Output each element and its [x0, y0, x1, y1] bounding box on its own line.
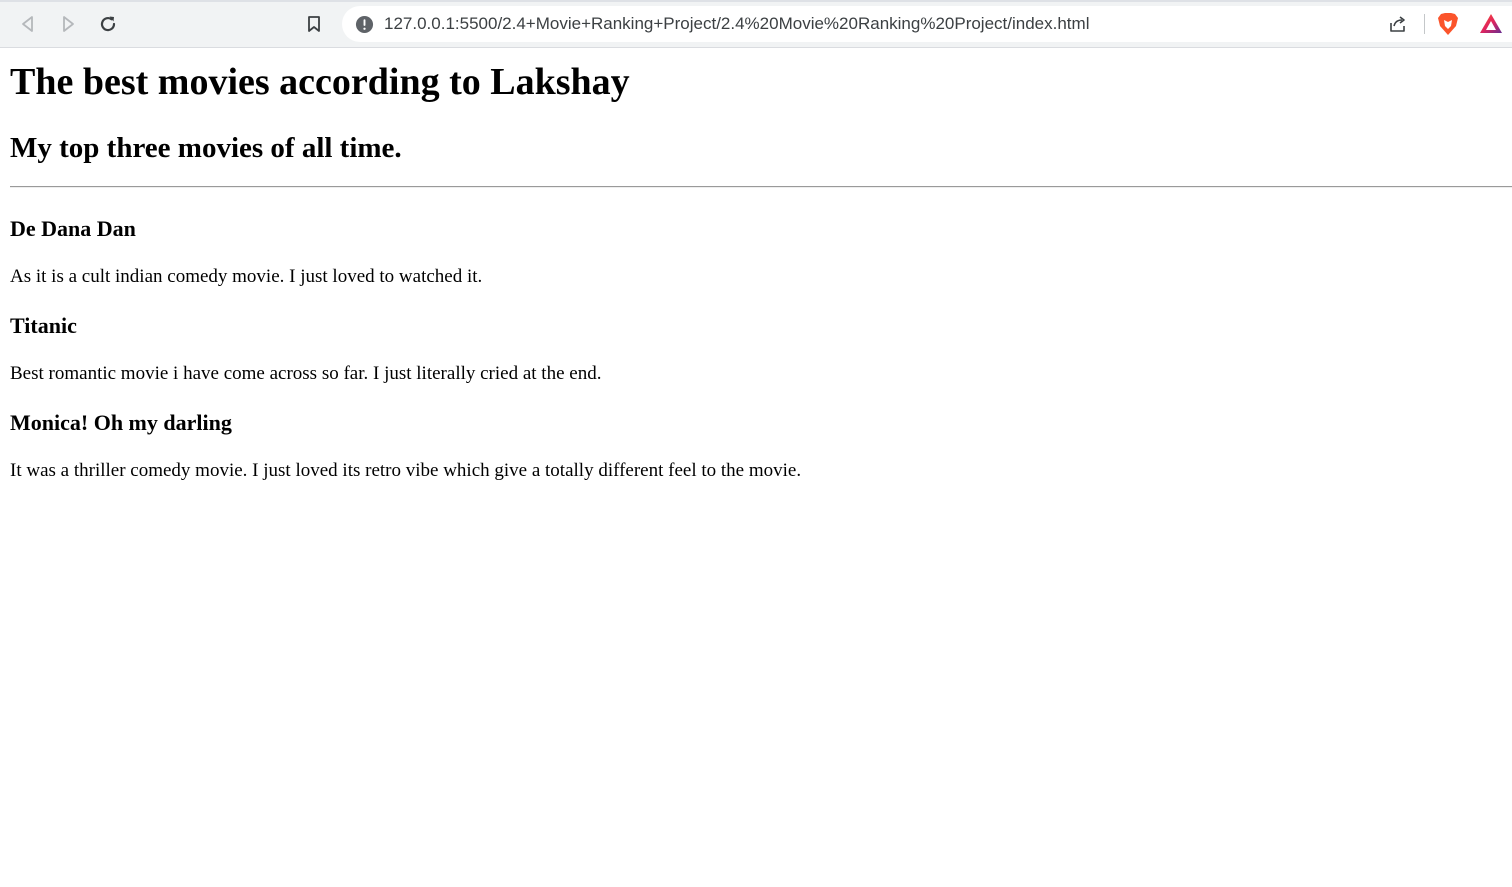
movie-description: Best romantic movie i have come across s…	[10, 363, 602, 384]
bookmark-icon	[308, 16, 320, 32]
forward-button[interactable]	[54, 10, 82, 38]
movie-description: As it is a cult indian comedy movie. I j…	[10, 266, 483, 287]
toolbar-divider	[1424, 14, 1425, 34]
reload-icon	[100, 16, 116, 32]
page-title: The best movies according to Lakshay	[10, 61, 630, 103]
browser-toolbar: 127.0.0.1:5500/2.4+Movie+Ranking+Project…	[0, 0, 1512, 48]
share-icon	[1390, 16, 1405, 32]
share-button[interactable]	[1388, 14, 1408, 39]
brave-rewards-button[interactable]	[1479, 13, 1503, 40]
horizontal-rule	[10, 186, 1512, 188]
movie-title: De Dana Dan	[10, 216, 136, 241]
reload-button[interactable]	[94, 10, 122, 38]
tab-strip-edge	[0, 0, 1512, 2]
brave-rewards-icon	[1480, 14, 1502, 33]
forward-icon	[63, 16, 74, 32]
brave-shields-button[interactable]	[1437, 12, 1459, 41]
brave-lion-icon	[1438, 13, 1458, 35]
page-subtitle: My top three movies of all time.	[10, 132, 402, 164]
url-text[interactable]: 127.0.0.1:5500/2.4+Movie+Ranking+Project…	[384, 14, 1089, 34]
movie-description: It was a thriller comedy movie. I just l…	[10, 460, 802, 481]
info-icon[interactable]	[355, 15, 374, 34]
movie-title: Monica! Oh my darling	[10, 410, 232, 435]
bookmark-button[interactable]	[300, 10, 328, 38]
movie-title: Titanic	[10, 313, 77, 338]
back-button[interactable]	[14, 10, 42, 38]
address-bar[interactable]: 127.0.0.1:5500/2.4+Movie+Ranking+Project…	[342, 6, 1512, 42]
back-icon	[22, 16, 33, 32]
